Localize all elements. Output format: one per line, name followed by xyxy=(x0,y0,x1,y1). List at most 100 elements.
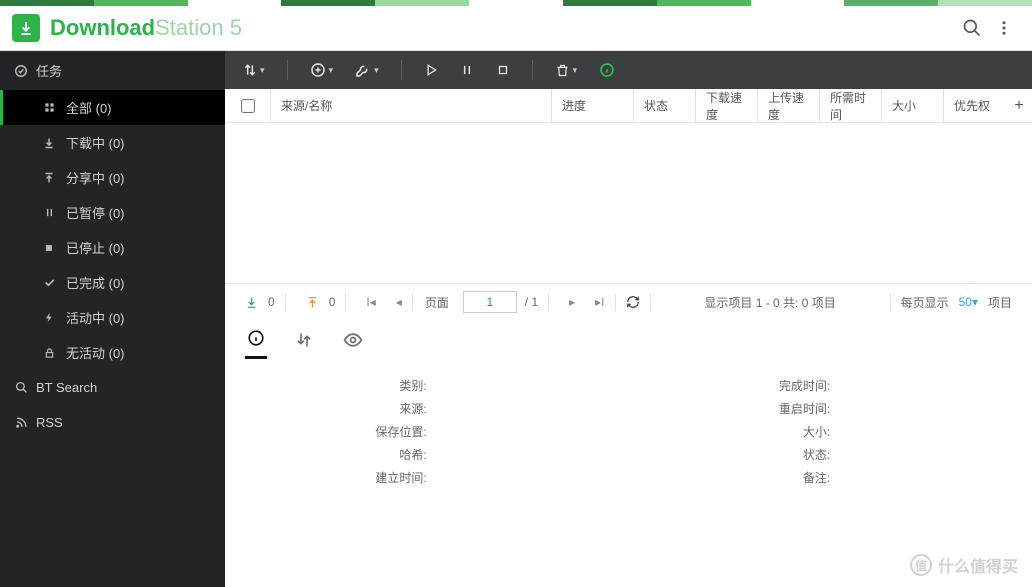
check-icon xyxy=(42,276,56,289)
download-total-icon xyxy=(235,284,268,320)
range-label: 显示项目 1 - 0 共: 0 项目 xyxy=(704,296,835,310)
per-page-select[interactable]: 50▾ xyxy=(959,295,978,309)
first-page-button[interactable]: I◂ xyxy=(356,284,385,320)
sidebar-bt-search[interactable]: BT Search xyxy=(0,370,225,405)
sidebar-item-label: 全部 (0) xyxy=(66,98,112,117)
column-header[interactable]: 下载速度 xyxy=(696,89,758,122)
table-body xyxy=(225,123,1032,284)
table-header: 来源/名称进度状态下载速度上传速度所需时间大小优先权 + xyxy=(225,89,1032,123)
select-all-cell xyxy=(225,89,271,122)
column-header[interactable]: 状态 xyxy=(634,89,696,122)
sidebar: 任务 全部 (0) 下载中 (0) 分享中 (0) 已暂停 (0) 已停止 (0) 已完成… xyxy=(0,51,225,587)
info-button[interactable] xyxy=(599,62,615,78)
sort-button[interactable]: ▾ xyxy=(243,63,265,77)
pause-icon xyxy=(42,207,56,218)
column-header[interactable]: 上传速度 xyxy=(758,89,820,122)
main-panel: ▾ ▾ ▾ xyxy=(225,51,1032,587)
detail-label: 哈希: xyxy=(225,446,427,463)
rss-icon xyxy=(14,416,28,429)
detail-row: 哈希: xyxy=(225,443,629,466)
detail-row: 建立时间: xyxy=(225,466,629,489)
detail-row: 状态: xyxy=(629,443,1032,466)
column-header[interactable]: 大小 xyxy=(882,89,944,122)
select-all-checkbox[interactable] xyxy=(241,99,255,113)
sidebar-item-label: 已暂停 (0) xyxy=(66,203,125,222)
prev-page-button[interactable]: ◂ xyxy=(386,284,412,320)
sidebar-item-lock[interactable]: 无活动 (0) xyxy=(0,335,225,370)
detail-row: 保存位置: xyxy=(225,420,629,443)
column-header[interactable]: 优先权 xyxy=(944,89,1006,122)
detail-row: 来源: xyxy=(225,397,629,420)
stop-icon xyxy=(42,243,56,253)
sidebar-item-check[interactable]: 已完成 (0) xyxy=(0,265,225,300)
add-button[interactable]: ▾ xyxy=(310,62,334,78)
sidebar-rss-label: RSS xyxy=(36,415,63,430)
separator xyxy=(287,60,288,80)
detail-label: 完成时间: xyxy=(629,377,831,394)
stop-button[interactable] xyxy=(496,63,510,77)
sidebar-item-label: 已停止 (0) xyxy=(66,238,125,257)
sidebar-rss[interactable]: RSS xyxy=(0,405,225,440)
separator xyxy=(401,60,402,80)
per-page-label: 每页显示 xyxy=(901,294,949,311)
detail-row: 类别: xyxy=(225,374,629,397)
details-tab-info[interactable] xyxy=(245,323,267,359)
sidebar-section-tasks[interactable]: 任务 xyxy=(0,51,225,90)
sidebar-item-label: 已完成 (0) xyxy=(66,273,125,292)
pager: 0 0 I◂ ◂ 页面 / 1 ▸ ▸I xyxy=(225,284,1032,320)
detail-row: 备注: xyxy=(629,466,1032,489)
detail-row: 完成时间: xyxy=(629,374,1032,397)
per-page-unit: 项目 xyxy=(988,294,1012,311)
add-column-button[interactable]: + xyxy=(1006,89,1032,122)
page-label: 页面 xyxy=(425,294,449,311)
sidebar-item-label: 下载中 (0) xyxy=(66,133,125,152)
sidebar-item-grid[interactable]: 全部 (0) xyxy=(0,90,225,125)
delete-button[interactable]: ▾ xyxy=(555,63,578,78)
separator xyxy=(532,60,533,80)
sidebar-item-stop[interactable]: 已停止 (0) xyxy=(0,230,225,265)
detail-label: 类别: xyxy=(225,377,427,394)
upload-total: 0 xyxy=(329,295,336,309)
down-icon xyxy=(42,137,56,149)
column-header[interactable]: 来源/名称 xyxy=(271,89,552,122)
bolt-icon xyxy=(42,311,56,324)
detail-label: 备注: xyxy=(629,469,831,486)
detail-row: 重启时间: xyxy=(629,397,1032,420)
lock-icon xyxy=(42,347,56,359)
details-panel: 类别: 来源: 保存位置: 哈希: 建立时间: 完成时间: 重启时间: 大小: 状态: 备注: xyxy=(225,320,1032,587)
details-tabs xyxy=(225,320,1032,362)
next-page-button[interactable]: ▸ xyxy=(559,284,585,320)
start-button[interactable] xyxy=(424,63,438,77)
last-page-button[interactable]: ▸I xyxy=(585,284,614,320)
page-input[interactable] xyxy=(463,291,517,313)
toolbar: ▾ ▾ ▾ xyxy=(225,51,1032,89)
grid-icon xyxy=(42,102,56,113)
app-title-bold: Download xyxy=(50,15,155,40)
detail-label: 大小: xyxy=(629,423,831,440)
app-logo xyxy=(12,14,40,42)
sidebar-item-pause[interactable]: 已暂停 (0) xyxy=(0,195,225,230)
sidebar-item-down[interactable]: 下载中 (0) xyxy=(0,125,225,160)
detail-label: 来源: xyxy=(225,400,427,417)
search-button[interactable] xyxy=(956,12,988,44)
column-header[interactable]: 进度 xyxy=(552,89,634,122)
app-title: DownloadStation 5 xyxy=(50,15,242,41)
sidebar-section-label: 任务 xyxy=(36,61,62,80)
more-menu-button[interactable] xyxy=(988,12,1020,44)
tools-button[interactable]: ▾ xyxy=(355,62,379,78)
download-total: 0 xyxy=(268,295,275,309)
sidebar-item-up[interactable]: 分享中 (0) xyxy=(0,160,225,195)
sidebar-item-label: 活动中 (0) xyxy=(66,308,125,327)
details-tab-view[interactable] xyxy=(341,324,365,359)
refresh-button[interactable] xyxy=(616,284,650,320)
sidebar-item-label: 无活动 (0) xyxy=(66,343,125,362)
detail-label: 保存位置: xyxy=(225,423,427,440)
search-icon xyxy=(14,381,28,394)
details-tab-transfer[interactable] xyxy=(293,325,315,358)
column-header[interactable]: 所需时间 xyxy=(820,89,882,122)
pause-button[interactable] xyxy=(460,63,474,77)
up-icon xyxy=(42,172,56,184)
sidebar-item-bolt[interactable]: 活动中 (0) xyxy=(0,300,225,335)
app-title-light: Station 5 xyxy=(155,15,242,40)
detail-label: 状态: xyxy=(629,446,831,463)
